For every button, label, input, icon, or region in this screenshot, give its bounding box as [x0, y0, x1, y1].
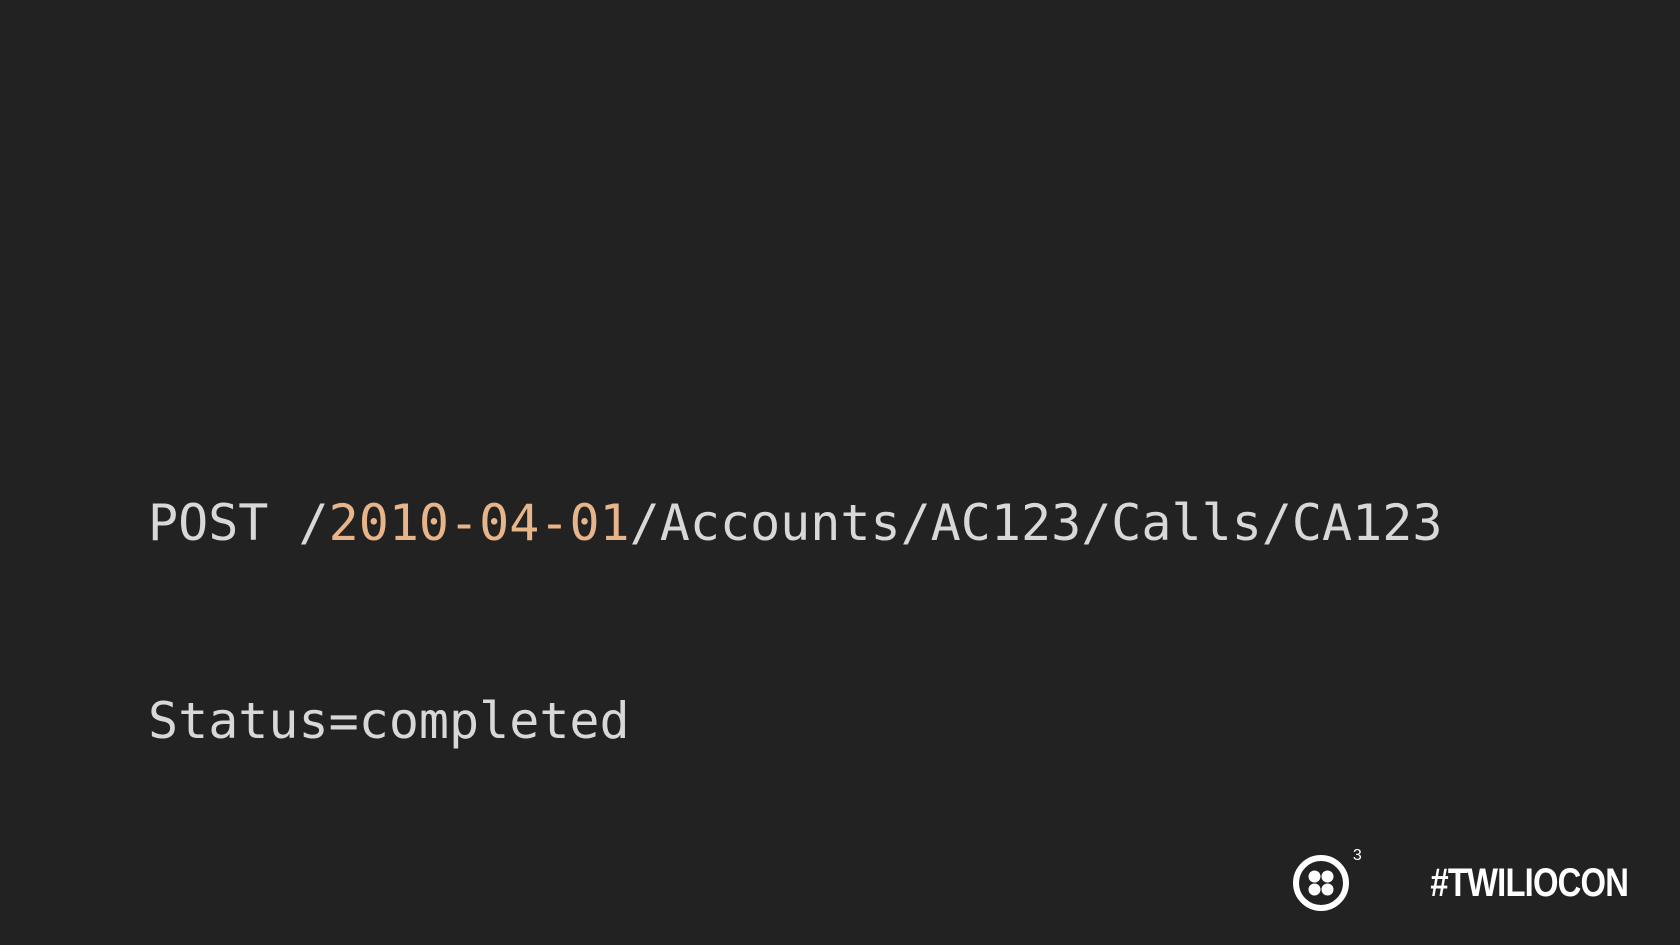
brand-footer: 3 #TWILIOCON: [1291, 847, 1629, 913]
twilio-logo-icon: 3: [1291, 847, 1362, 913]
logo-superscript: 3: [1352, 847, 1362, 864]
code-block: POST /2010-04-01/Accounts/AC123/Calls/CA…: [148, 358, 1442, 820]
api-version: 2010-04-01: [328, 494, 630, 552]
code-line-request: POST /2010-04-01/Accounts/AC123/Calls/CA…: [148, 490, 1442, 556]
resource-path: /Accounts/AC123/Calls/CA123: [629, 494, 1443, 552]
event-hashtag: #TWILIOCON: [1430, 860, 1629, 905]
http-method-path-prefix: POST /: [148, 494, 329, 552]
code-line-params: Status=completed: [148, 692, 630, 750]
